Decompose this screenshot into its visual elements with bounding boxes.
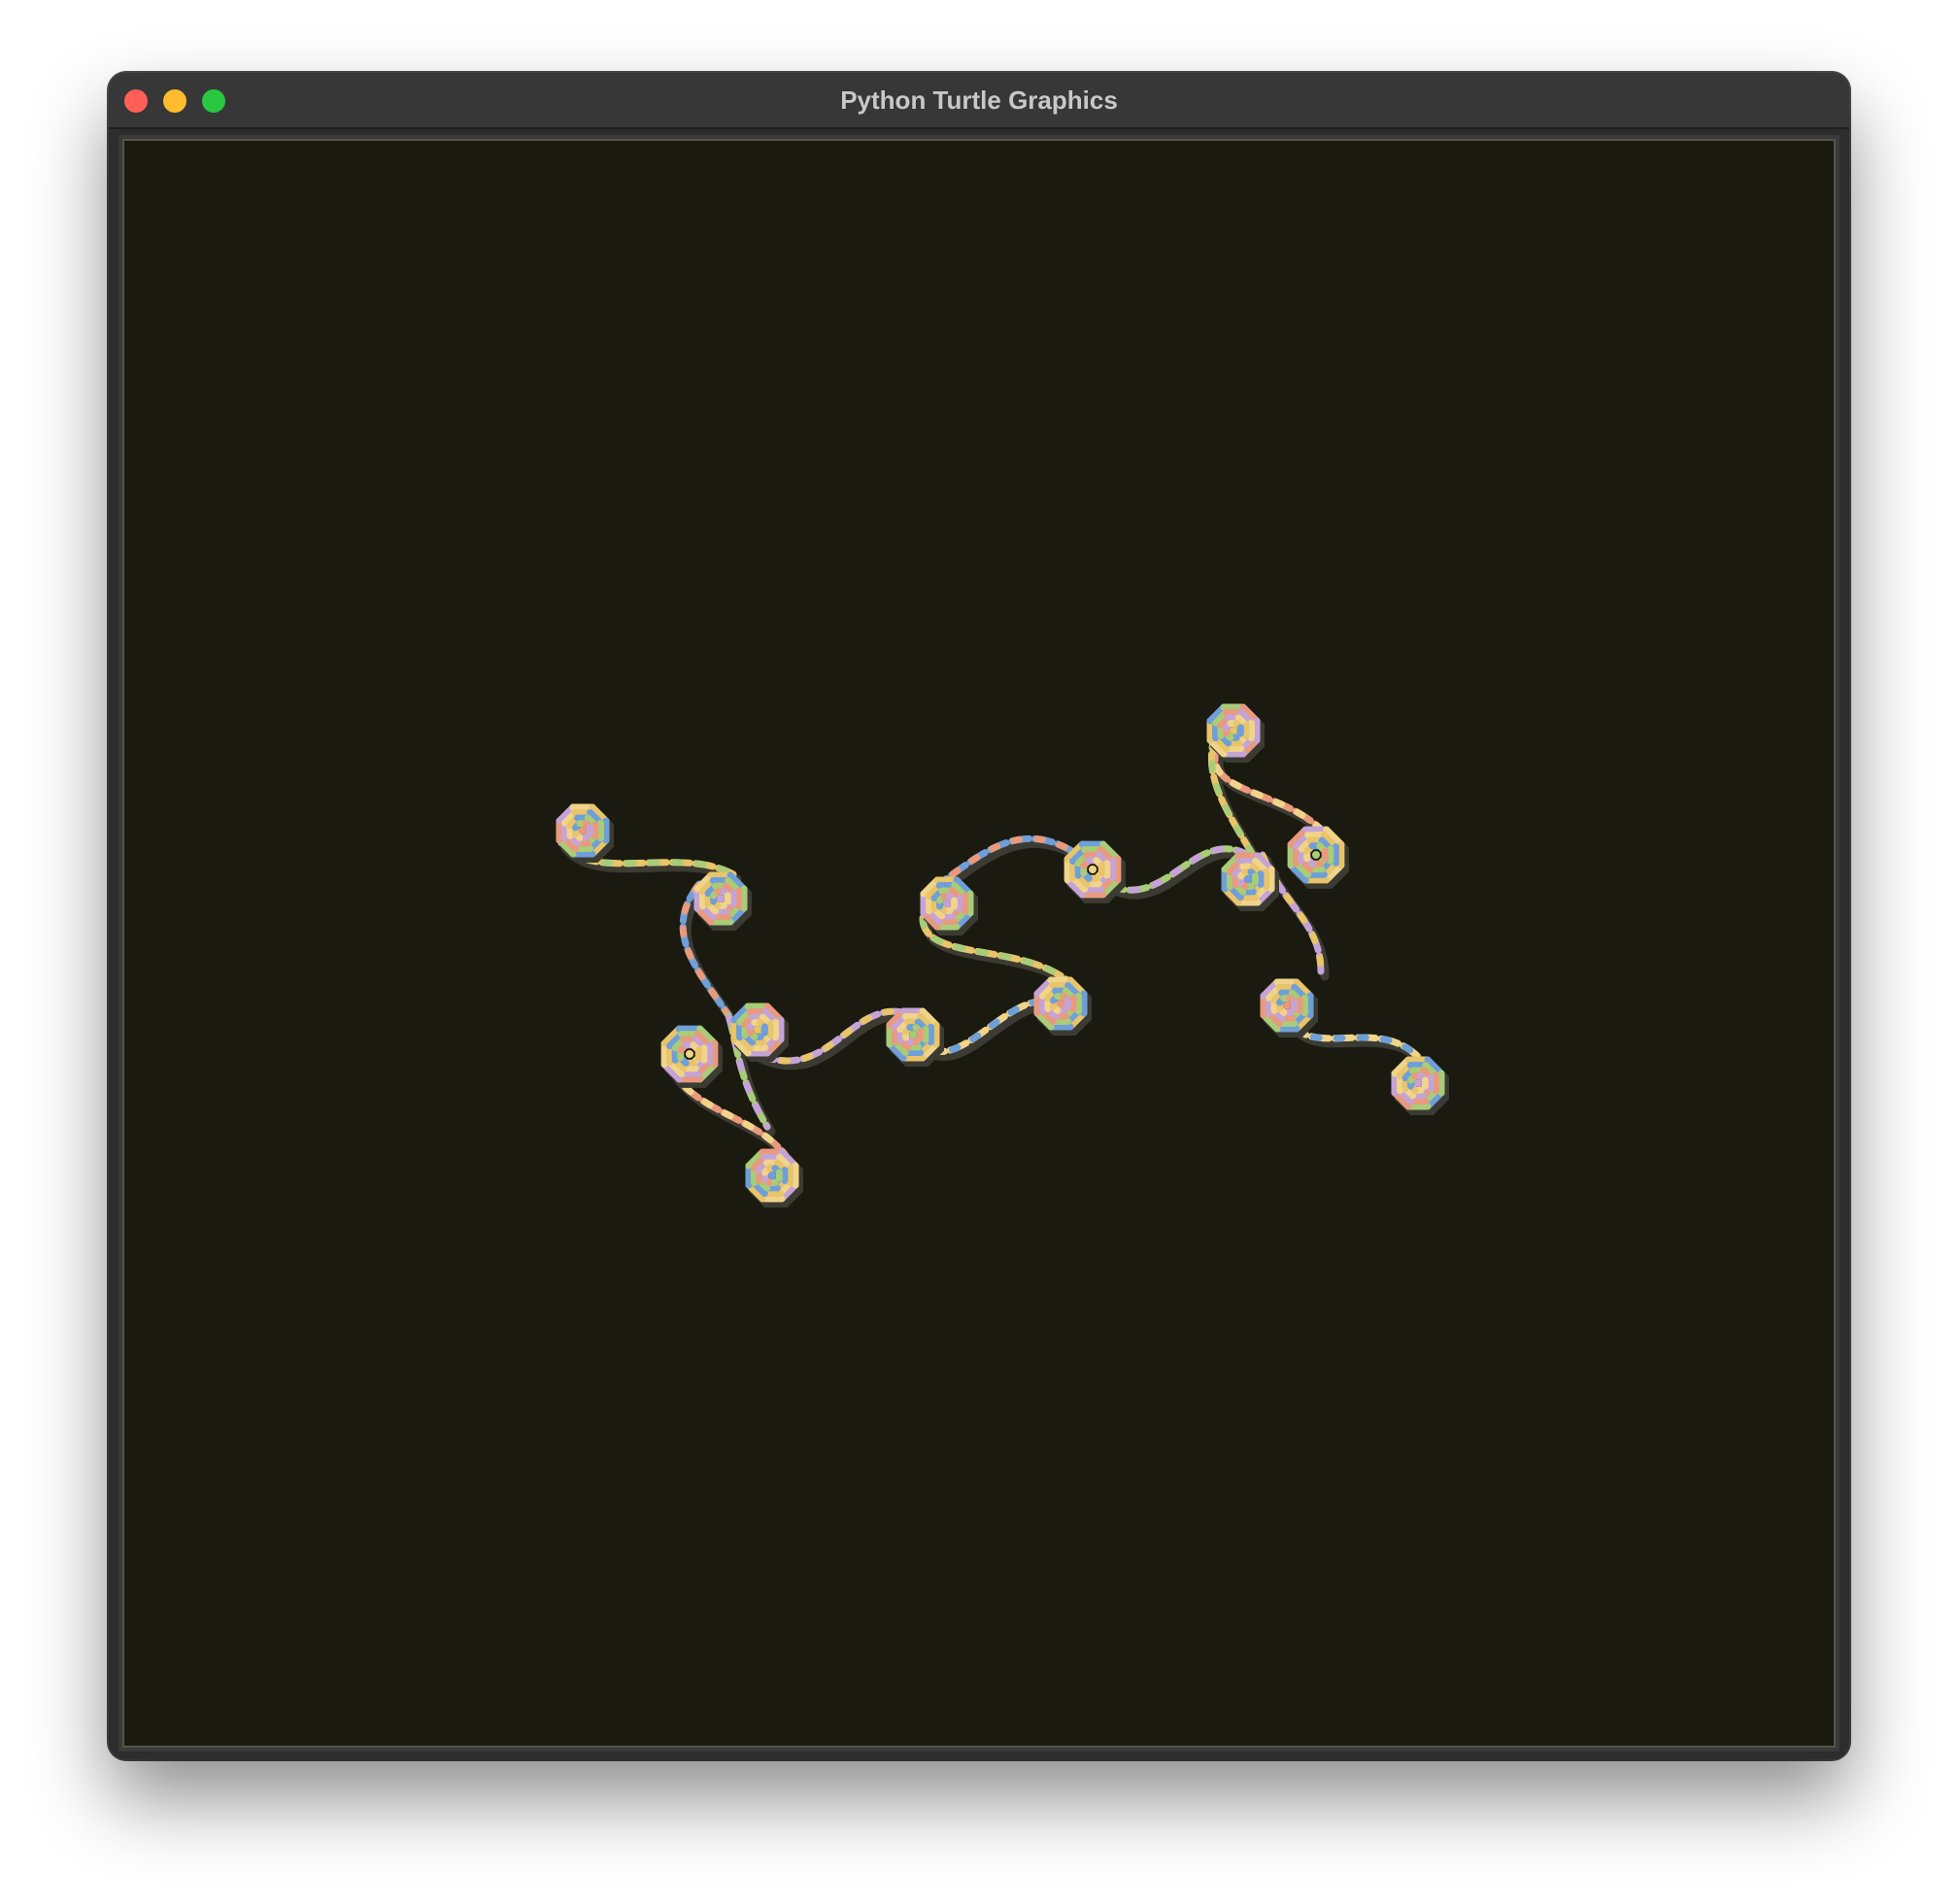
- spiral-center: [754, 1026, 761, 1034]
- spiral-center: [1089, 866, 1097, 873]
- spiral-center: [1312, 851, 1320, 859]
- spiral-center: [1414, 1079, 1422, 1087]
- spiral-center: [1244, 875, 1252, 883]
- spiral-center: [909, 1031, 917, 1038]
- spiral-center: [1283, 1002, 1291, 1009]
- spiral-center: [1057, 1000, 1064, 1007]
- spiral-center: [686, 1050, 693, 1058]
- turtle-window: Python Turtle Graphics: [109, 73, 1849, 1759]
- title-bar[interactable]: Python Turtle Graphics: [109, 73, 1849, 129]
- spiral-center: [768, 1172, 776, 1179]
- window-title: Python Turtle Graphics: [840, 85, 1118, 115]
- spiral-center: [943, 900, 951, 907]
- swirl-drawing: [556, 703, 1450, 1208]
- spiral-center: [579, 827, 587, 834]
- spiral-center: [717, 895, 725, 902]
- turtle-canvas[interactable]: [122, 139, 1836, 1748]
- spiral-center: [1230, 727, 1237, 734]
